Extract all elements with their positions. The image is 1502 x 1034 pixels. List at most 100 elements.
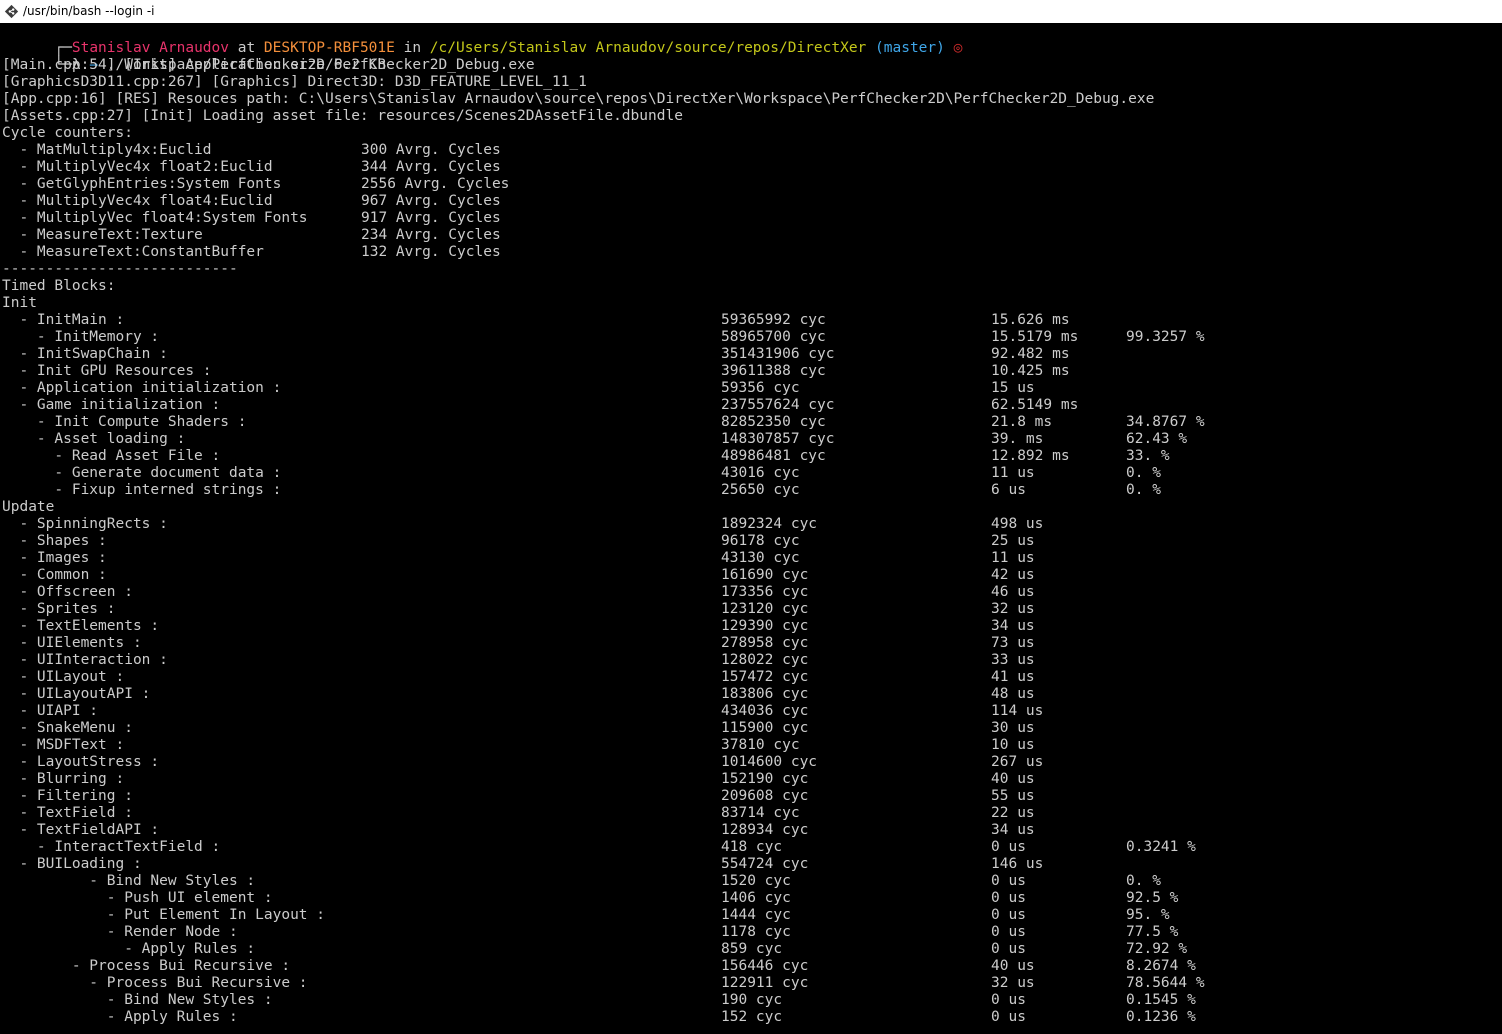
timed-block-cyc: 123120 cyc	[721, 601, 809, 617]
timed-block-cyc: 278958 cyc	[721, 635, 809, 651]
timed-block-time: 11 us	[991, 465, 1035, 481]
timed-block-row: - Filtering : 209608 cyc 55 us	[2, 788, 1498, 805]
timed-block-cyc: 122911 cyc	[721, 975, 809, 991]
timed-block-pct: 0.3241 %	[1126, 839, 1196, 855]
timed-block-cyc: 43130 cyc	[721, 550, 800, 566]
timed-block-time: 92.482 ms	[991, 346, 1070, 362]
timed-block-name: - Put Element In Layout :	[2, 907, 326, 923]
timed-block-name: - Offscreen :	[2, 584, 133, 600]
timed-block-row: - InteractTextField : 418 cyc 0 us 0.3241 %	[2, 839, 1498, 856]
timed-block-name: - Application initialization :	[2, 380, 282, 396]
timed-block-pct: 0.1545 %	[1126, 992, 1196, 1008]
timed-block-row: - UIInteraction : 128022 cyc 33 us	[2, 652, 1498, 669]
cycle-counter-name: - MeasureText:Texture	[2, 227, 203, 243]
timed-block-time: 6 us	[991, 482, 1026, 498]
timed-block-time: 22 us	[991, 805, 1035, 821]
timed-block-name: - SpinningRects :	[2, 516, 168, 532]
cycle-counter-name: - MatMultiply4x:Euclid	[2, 142, 212, 158]
timed-block-cyc: 128934 cyc	[721, 822, 809, 838]
timed-block-row: - Generate document data : 43016 cyc 11 us…	[2, 465, 1498, 482]
timed-block-time: 267 us	[991, 754, 1044, 770]
timed-block-time: 30 us	[991, 720, 1035, 736]
timed-block-time: 34 us	[991, 618, 1035, 634]
timed-blocks-header: Timed Blocks:	[2, 278, 116, 294]
timed-block-time: 41 us	[991, 669, 1035, 685]
timed-block-time: 32 us	[991, 975, 1035, 991]
timed-block-row: - TextField : 83714 cyc 22 us	[2, 805, 1498, 822]
timed-block-cyc: 173356 cyc	[721, 584, 809, 600]
cycle-counter-value: 967 Avrg. Cycles	[361, 193, 501, 209]
timed-block-row: - InitMain : 59365992 cyc 15.626 ms	[2, 312, 1498, 329]
timed-block-name: - Blurring :	[2, 771, 125, 787]
timed-block-row: - InitMemory : 58965700 cyc 15.5179 ms 99.3…	[2, 329, 1498, 346]
timed-block-name: - Common :	[2, 567, 107, 583]
timed-block-name: - Render Node :	[2, 924, 238, 940]
timed-block-cyc: 39611388 cyc	[721, 363, 826, 379]
timed-block-time: 73 us	[991, 635, 1035, 651]
cycle-counter-name: - MultiplyVec float4:System Fonts	[2, 210, 308, 226]
log-line: [Assets.cpp:27] [Init] Loading asset fil…	[2, 108, 683, 124]
timed-block-row: - Process Bui Recursive : 122911 cyc 32 us…	[2, 975, 1498, 992]
timed-block-cyc: 37810 cyc	[721, 737, 800, 753]
timed-block-time: 46 us	[991, 584, 1035, 600]
timed-block-cyc: 59356 cyc	[721, 380, 800, 396]
timed-block-row: - Render Node : 1178 cyc 0 us 77.5 %	[2, 924, 1498, 941]
timed-block-cyc: 1444 cyc	[721, 907, 791, 923]
timed-block-row: - Bind New Styles : 190 cyc 0 us 0.1545 %	[2, 992, 1498, 1009]
timed-block-cyc: 58965700 cyc	[721, 329, 826, 345]
cycle-counter-row: - MultiplyVec4x float4:Euclid 967 Avrg. C…	[2, 193, 1498, 210]
timed-block-row: - Application initialization : 59356 cyc 1…	[2, 380, 1498, 397]
cycle-counter-value: 300 Avrg. Cycles	[361, 142, 501, 158]
timed-block-row: - Init GPU Resources : 39611388 cyc 10.425…	[2, 363, 1498, 380]
timed-block-cyc: 209608 cyc	[721, 788, 809, 804]
timed-block-row: - Init Compute Shaders : 82852350 cyc 21.8…	[2, 414, 1498, 431]
timed-block-time: 15 us	[991, 380, 1035, 396]
timed-block-time: 12.892 ms	[991, 448, 1070, 464]
timed-block-time: 15.5179 ms	[991, 329, 1079, 345]
cycle-counter-name: - GetGlyphEntries:System Fonts	[2, 176, 282, 192]
cycle-counter-row: - MeasureText:ConstantBuffer 132 Avrg. Cy…	[2, 244, 1498, 261]
timed-block-time: 55 us	[991, 788, 1035, 804]
timed-block-name: - SnakeMenu :	[2, 720, 133, 736]
timed-block-time: 0 us	[991, 873, 1026, 889]
timed-block-name: - Images :	[2, 550, 107, 566]
timed-block-row: - Sprites : 123120 cyc 32 us	[2, 601, 1498, 618]
timed-block-row: - BUILoading : 554724 cyc 146 us	[2, 856, 1498, 873]
cycle-counter-value: 917 Avrg. Cycles	[361, 210, 501, 226]
timed-block-name: - UIInteraction :	[2, 652, 168, 668]
timed-block-pct: 34.8767 %	[1126, 414, 1205, 430]
timed-block-pct: 99.3257 %	[1126, 329, 1205, 345]
timed-block-time: 15.626 ms	[991, 312, 1070, 328]
timed-block-time: 42 us	[991, 567, 1035, 583]
timed-block-cyc: 129390 cyc	[721, 618, 809, 634]
timed-block-time: 0 us	[991, 839, 1026, 855]
timed-block-cyc: 148307857 cyc	[721, 431, 835, 447]
timed-block-time: 48 us	[991, 686, 1035, 702]
timed-block-pct: 0.1236 %	[1126, 1009, 1196, 1025]
terminal-output[interactable]: ┌─Stanislav Arnaudov at DESKTOP-RBF501E …	[2, 23, 1498, 1034]
timed-block-name: - Bind New Styles :	[2, 873, 256, 889]
cycle-counters-list: - MatMultiply4x:Euclid 300 Avrg. Cycles -…	[2, 142, 1498, 261]
timed-block-time: 0 us	[991, 941, 1026, 957]
timed-block-cyc: 859 cyc	[721, 941, 783, 957]
timed-block-name: - TextElements :	[2, 618, 160, 634]
timed-block-cyc: 156446 cyc	[721, 958, 809, 974]
timed-block-cyc: 48986481 cyc	[721, 448, 826, 464]
timed-block-name: - InteractTextField :	[2, 839, 221, 855]
timed-block-name: - Init Compute Shaders :	[2, 414, 247, 430]
timed-block-time: 39. ms	[991, 431, 1044, 447]
log-line: [Main.cpp:54] [Init] Application size 6.…	[2, 57, 387, 73]
timed-block-cyc: 128022 cyc	[721, 652, 809, 668]
timed-block-name: - UILayoutAPI :	[2, 686, 151, 702]
timed-block-time: 498 us	[991, 516, 1044, 532]
log-lines: [Main.cpp:54] [Init] Application size 6.…	[2, 57, 1498, 125]
timed-block-cyc: 157472 cyc	[721, 669, 809, 685]
timed-block-name: - UIAPI :	[2, 703, 99, 719]
timed-block-row: - LayoutStress : 1014600 cyc 267 us	[2, 754, 1498, 771]
timed-block-name: - Filtering :	[2, 788, 133, 804]
timed-block-name: - UIElements :	[2, 635, 142, 651]
timed-block-cyc: 351431906 cyc	[721, 346, 835, 362]
timed-block-cyc: 152190 cyc	[721, 771, 809, 787]
timed-block-cyc: 554724 cyc	[721, 856, 809, 872]
title-bar[interactable]: /usr/bin/bash --login -i	[0, 0, 1502, 23]
